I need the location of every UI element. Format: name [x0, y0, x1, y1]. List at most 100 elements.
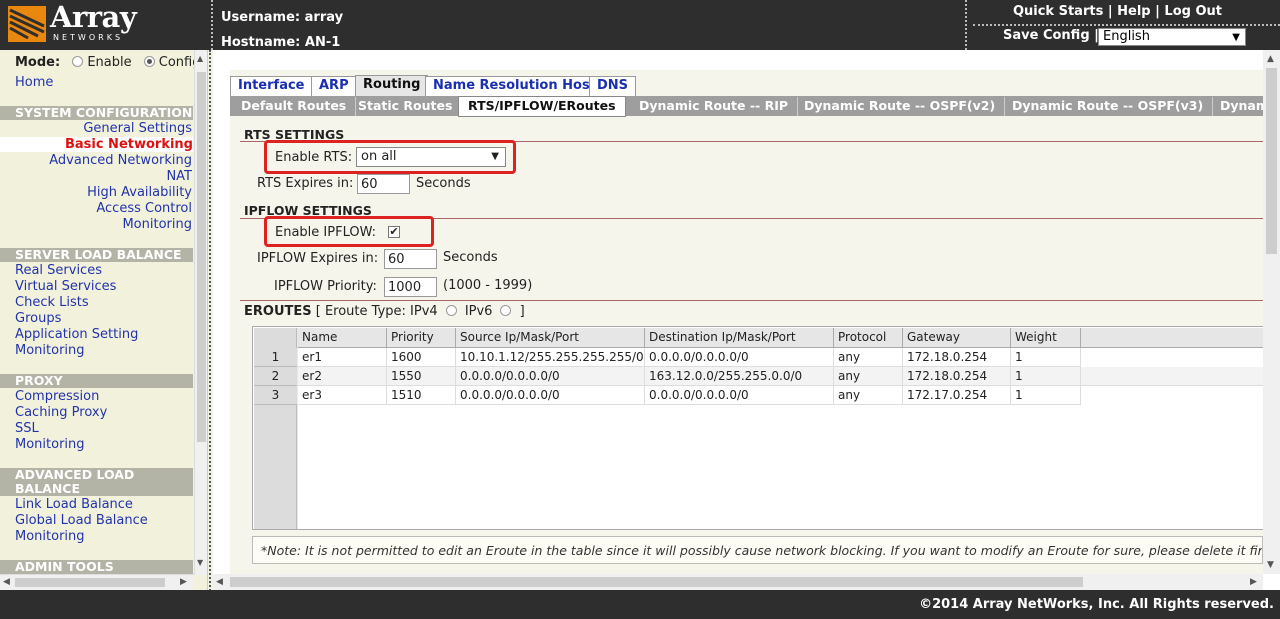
- scroll-down-icon[interactable]: ▼: [197, 558, 203, 567]
- table-cell[interactable]: any: [834, 386, 903, 405]
- scrollbar-thumb[interactable]: [230, 577, 1083, 587]
- table-cell[interactable]: er3: [298, 386, 387, 405]
- enable-rts-select[interactable]: on all ▼: [356, 147, 506, 167]
- ipflow-priority-input[interactable]: 1000: [384, 277, 437, 297]
- eroute-type-ipv6-radio[interactable]: [500, 305, 512, 316]
- tab-arp[interactable]: ARP: [311, 76, 357, 96]
- pane-divider[interactable]: [209, 50, 211, 619]
- column-header-source[interactable]: Source Ip/Mask/Port: [456, 328, 645, 348]
- subtab-rts-ipflow-eroutes[interactable]: RTS/IPFLOW/ERoutes: [458, 96, 626, 117]
- sidebar-item-groups[interactable]: Groups: [15, 311, 61, 326]
- help-link[interactable]: Help: [1117, 4, 1150, 19]
- scroll-right-icon[interactable]: ▶: [1250, 577, 1257, 587]
- table-cell[interactable]: er1: [298, 348, 387, 367]
- sidebar-item-basic-networking[interactable]: Basic Networking: [0, 137, 193, 152]
- table-cell[interactable]: 1510: [387, 386, 456, 405]
- array-logo[interactable]: Array NETWORKS: [8, 0, 158, 46]
- sidebar-item-real-services[interactable]: Real Services: [15, 263, 102, 278]
- language-select[interactable]: English ▼: [1098, 28, 1246, 46]
- table-cell[interactable]: any: [834, 348, 903, 367]
- subtab-default-routes[interactable]: Default Routes: [232, 97, 357, 116]
- rts-expires-input[interactable]: 60: [357, 174, 410, 194]
- sidebar-item-proxy-monitoring[interactable]: Monitoring: [15, 437, 85, 452]
- table-cell[interactable]: 10.10.1.12/255.255.255.255/0: [456, 348, 645, 367]
- main-horizontal-scrollbar[interactable]: ◀ ▶: [213, 574, 1263, 590]
- table-cell[interactable]: 0.0.0.0/0.0.0.0/0: [456, 367, 645, 386]
- subtab-dynamic-ospf-v3[interactable]: Dynamic Route -- OSPF(v3): [1003, 97, 1214, 116]
- sidebar-item-high-availability[interactable]: High Availability: [87, 185, 192, 200]
- section-advanced-load-balance: ADVANCED LOAD BALANCE: [0, 468, 193, 496]
- scroll-left-icon[interactable]: ◀: [216, 577, 223, 587]
- table-cell[interactable]: 172.17.0.254: [903, 386, 1011, 405]
- scroll-left-icon[interactable]: ◀: [3, 577, 10, 587]
- column-header-name[interactable]: Name: [298, 328, 387, 348]
- subtab-static-routes[interactable]: Static Routes: [349, 97, 463, 116]
- sidebar-item-application-setting[interactable]: Application Setting: [15, 327, 138, 342]
- scroll-down-icon[interactable]: ▼: [1267, 560, 1274, 570]
- column-header-priority[interactable]: Priority: [387, 328, 456, 348]
- sidebar-vertical-scrollbar[interactable]: ▲ ▼: [194, 50, 207, 575]
- main-vertical-scrollbar[interactable]: ▲ ▼: [1263, 50, 1280, 574]
- row-number[interactable]: 3: [254, 386, 297, 405]
- table-cell[interactable]: any: [834, 367, 903, 386]
- table-cell[interactable]: 0.0.0.0/0.0.0.0/0: [456, 386, 645, 405]
- row-number[interactable]: 1: [254, 348, 297, 367]
- tab-dns[interactable]: DNS: [589, 76, 637, 96]
- table-cell[interactable]: 172.18.0.254: [903, 367, 1011, 386]
- table-cell[interactable]: 1: [1011, 367, 1081, 386]
- scrollbar-thumb[interactable]: [15, 578, 165, 587]
- ipflow-expires-input[interactable]: 60: [384, 249, 437, 269]
- section-admin-tools: ADMIN TOOLS: [0, 560, 193, 574]
- column-header-weight[interactable]: Weight: [1011, 328, 1081, 348]
- sidebar-item-access-control[interactable]: Access Control: [96, 201, 192, 216]
- table-cell[interactable]: 172.18.0.254: [903, 348, 1011, 367]
- sidebar-item-advanced-networking[interactable]: Advanced Networking: [49, 153, 192, 168]
- mode-config-radio[interactable]: [143, 56, 155, 67]
- table-cell[interactable]: 1600: [387, 348, 456, 367]
- table-cell[interactable]: 0.0.0.0/0.0.0.0/0: [645, 348, 834, 367]
- table-cell[interactable]: 0.0.0.0/0.0.0.0/0: [645, 386, 834, 405]
- sidebar-item-compression[interactable]: Compression: [15, 389, 99, 404]
- sidebar-item-ssl[interactable]: SSL: [15, 421, 39, 436]
- sidebar-item-monitoring[interactable]: Monitoring: [122, 217, 192, 232]
- subtab-dynamic-rip[interactable]: Dynamic Route -- RIP: [630, 97, 799, 116]
- subtab-dynamic-more[interactable]: Dynam: [1211, 97, 1263, 116]
- scroll-up-icon[interactable]: ▲: [197, 54, 203, 63]
- sidebar-item-virtual-services[interactable]: Virtual Services: [15, 279, 116, 294]
- sidebar-item-slb-monitoring[interactable]: Monitoring: [15, 343, 85, 358]
- eroute-type-ipv4-radio[interactable]: [445, 305, 457, 316]
- table-cell[interactable]: 1: [1011, 348, 1081, 367]
- column-header-protocol[interactable]: Protocol: [834, 328, 903, 348]
- tab-interface[interactable]: Interface: [230, 76, 313, 96]
- column-header-gateway[interactable]: Gateway: [903, 328, 1011, 348]
- table-cell[interactable]: 1: [1011, 386, 1081, 405]
- ipflow-expires-unit: Seconds: [443, 250, 498, 265]
- enable-ipflow-checkbox[interactable]: ✔: [388, 226, 400, 238]
- tab-routing[interactable]: Routing: [355, 75, 429, 96]
- table-cell[interactable]: 163.12.0.0/255.255.0.0/0: [645, 367, 834, 386]
- sidebar-item-link-load-balance[interactable]: Link Load Balance: [15, 497, 133, 512]
- logout-link[interactable]: Log Out: [1164, 4, 1222, 19]
- table-cell[interactable]: 1550: [387, 367, 456, 386]
- scroll-up-icon[interactable]: ▲: [1267, 54, 1274, 64]
- row-number[interactable]: 2: [254, 367, 297, 386]
- sidebar-item-caching-proxy[interactable]: Caching Proxy: [15, 405, 107, 420]
- scrollbar-thumb[interactable]: [1266, 68, 1277, 254]
- sidebar-item-nat[interactable]: NAT: [166, 169, 192, 184]
- column-header-destination[interactable]: Destination Ip/Mask/Port: [645, 328, 834, 348]
- scroll-right-icon[interactable]: ▶: [180, 577, 187, 587]
- home-link[interactable]: Home: [15, 75, 53, 90]
- table-cell[interactable]: er2: [298, 367, 387, 386]
- sidebar-horizontal-scrollbar[interactable]: ◀ ▶: [0, 574, 194, 590]
- tab-name-resolution-host[interactable]: Name Resolution Host: [425, 76, 604, 96]
- mode-enable-radio[interactable]: [72, 56, 84, 67]
- scrollbar-thumb[interactable]: [197, 72, 206, 442]
- sidebar-item-alb-monitoring[interactable]: Monitoring: [15, 529, 85, 544]
- quick-starts-link[interactable]: Quick Starts: [1013, 4, 1103, 19]
- eroutes-header: EROUTES [ Eroute Type: IPv4 IPv6 ]: [244, 304, 525, 319]
- sidebar-item-global-load-balance[interactable]: Global Load Balance: [15, 513, 148, 528]
- sidebar-item-general-settings[interactable]: General Settings: [83, 121, 192, 136]
- subtab-dynamic-ospf-v2[interactable]: Dynamic Route -- OSPF(v2): [795, 97, 1006, 116]
- sidebar-item-check-lists[interactable]: Check Lists: [15, 295, 89, 310]
- save-config-link[interactable]: Save Config |: [1003, 28, 1099, 43]
